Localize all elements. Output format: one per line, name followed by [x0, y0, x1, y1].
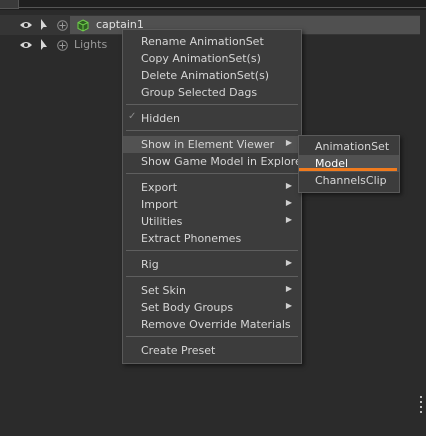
- panel-tab-strip: [0, 0, 426, 10]
- submenu-arrow-icon: ▶: [285, 258, 292, 267]
- menu-item-label: ChannelsClip: [315, 174, 387, 187]
- menu-item-label: Delete AnimationSet(s): [141, 69, 270, 82]
- menu-item-show-game-model-in-explorer[interactable]: Show Game Model in Explorer: [123, 153, 306, 170]
- menu-separator: [126, 173, 298, 174]
- menu-item-label: Copy AnimationSet(s): [141, 52, 261, 65]
- menu-item-create-preset[interactable]: Create Preset: [123, 342, 301, 359]
- menu-item-label: Rename AnimationSet: [141, 35, 264, 48]
- pointer-arrow-icon[interactable]: [38, 35, 50, 55]
- tab-divider: [18, 7, 426, 8]
- submenu-item-channelsclip[interactable]: ChannelsClip: [299, 172, 399, 189]
- panel-tab[interactable]: [0, 0, 19, 9]
- element-viewer-submenu: AnimationSet Model ChannelsClip: [298, 135, 400, 193]
- menu-separator: [126, 336, 298, 337]
- menu-item-set-skin[interactable]: Set Skin ▶: [123, 282, 301, 299]
- menu-item-label: Show Game Model in Explorer: [141, 155, 307, 168]
- menu-item-rename-animationset[interactable]: Rename AnimationSet: [123, 33, 301, 50]
- menu-item-rig[interactable]: Rig ▶: [123, 256, 301, 273]
- menu-item-label: Create Preset: [141, 344, 216, 357]
- submenu-arrow-icon: ▶: [285, 284, 292, 293]
- check-icon: ✓: [128, 111, 137, 122]
- menu-item-copy-animationset[interactable]: Copy AnimationSet(s): [123, 50, 301, 67]
- menu-item-label: Group Selected Dags: [141, 86, 258, 99]
- menu-item-label: Import: [141, 198, 178, 211]
- expand-plus-icon[interactable]: [56, 35, 68, 55]
- menu-item-hidden[interactable]: ✓ Hidden: [123, 110, 301, 127]
- cube-icon: [76, 15, 90, 35]
- menu-item-label: AnimationSet: [315, 140, 390, 153]
- menu-item-label: Extract Phonemes: [141, 232, 242, 245]
- eye-icon[interactable]: [18, 35, 34, 55]
- submenu-arrow-icon: ▶: [285, 198, 292, 207]
- menu-separator: [126, 130, 298, 131]
- hover-accent-underline: [299, 168, 397, 171]
- context-menu: Rename AnimationSet Copy AnimationSet(s)…: [122, 29, 306, 364]
- resize-grip-icon[interactable]: [420, 396, 424, 426]
- submenu-arrow-icon: ▶: [285, 215, 292, 224]
- menu-item-label: Remove Override Materials: [141, 318, 291, 331]
- submenu-arrow-icon: ▶: [285, 181, 292, 190]
- menu-item-label: Hidden: [141, 112, 181, 125]
- menu-item-import[interactable]: Import ▶: [123, 196, 301, 213]
- menu-item-extract-phonemes[interactable]: Extract Phonemes: [123, 230, 301, 247]
- menu-item-label: Utilities: [141, 215, 183, 228]
- menu-item-remove-override-materials[interactable]: Remove Override Materials: [123, 316, 301, 333]
- submenu-item-animationset[interactable]: AnimationSet: [299, 138, 399, 155]
- menu-separator: [126, 104, 298, 105]
- menu-item-export[interactable]: Export ▶: [123, 179, 301, 196]
- menu-item-utilities[interactable]: Utilities ▶: [123, 213, 301, 230]
- expand-plus-icon[interactable]: [56, 15, 68, 35]
- pointer-arrow-icon[interactable]: [38, 15, 50, 35]
- menu-item-group-selected-dags[interactable]: Group Selected Dags: [123, 84, 301, 101]
- menu-item-label: Set Skin: [141, 284, 186, 297]
- outliner-row-label: Lights: [74, 38, 108, 51]
- menu-item-show-in-element-viewer[interactable]: Show in Element Viewer ▶: [123, 136, 301, 153]
- menu-item-label: Set Body Groups: [141, 301, 234, 314]
- menu-separator: [126, 250, 298, 251]
- eye-icon[interactable]: [18, 15, 34, 35]
- menu-item-delete-animationset[interactable]: Delete AnimationSet(s): [123, 67, 301, 84]
- menu-item-set-body-groups[interactable]: Set Body Groups ▶: [123, 299, 301, 316]
- menu-separator: [126, 276, 298, 277]
- menu-item-label: Show in Element Viewer: [141, 138, 275, 151]
- submenu-arrow-icon: ▶: [285, 138, 292, 147]
- submenu-arrow-icon: ▶: [285, 301, 292, 310]
- menu-item-label: Export: [141, 181, 178, 194]
- menu-item-label: Rig: [141, 258, 159, 271]
